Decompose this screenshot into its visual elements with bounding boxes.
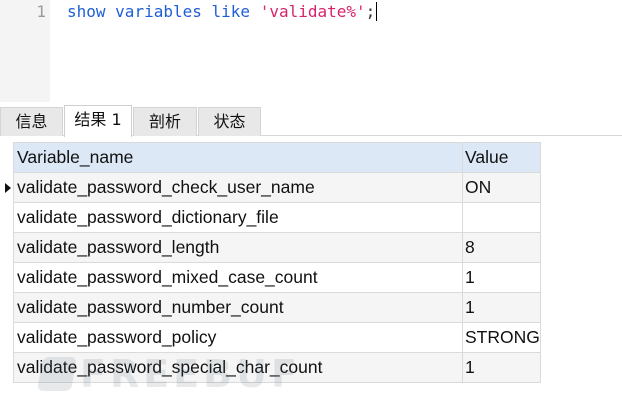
cell-value[interactable]: 1 — [462, 262, 541, 293]
cell-variable-name[interactable]: validate_password_mixed_case_count — [13, 262, 463, 293]
cell-value[interactable]: 8 — [462, 232, 541, 263]
cell-variable-name[interactable]: validate_password_number_count — [13, 292, 463, 323]
sql-keyword: like — [211, 2, 251, 21]
line-number-gutter: 1 — [0, 0, 50, 102]
table-row[interactable]: validate_password_mixed_case_count 1 — [0, 262, 541, 293]
tab-profile[interactable]: 剖析 — [133, 107, 197, 136]
tab-info[interactable]: 信息 — [0, 107, 63, 136]
result-tab-bar: 信息 结果 1 剖析 状态 — [0, 102, 622, 137]
cell-variable-name[interactable]: validate_password_length — [13, 232, 463, 263]
tab-result-1[interactable]: 结果 1 — [64, 105, 132, 137]
row-indicator-cell — [0, 172, 14, 203]
watermark-mark-icon — [37, 357, 77, 391]
cell-value[interactable]: STRONG — [462, 322, 541, 353]
table-row[interactable]: validate_password_number_count 1 — [0, 292, 541, 323]
row-indicator-cell — [0, 352, 14, 383]
column-header-value[interactable]: Value — [462, 142, 541, 173]
watermark-logo: FREEBUF — [37, 352, 301, 396]
result-grid: Variable_name Value validate_password_ch… — [0, 142, 541, 383]
tab-status[interactable]: 状态 — [198, 107, 261, 136]
text-caret — [376, 2, 378, 21]
row-indicator-cell — [0, 232, 14, 263]
cell-value[interactable]: 1 — [462, 352, 541, 383]
sql-terminator: ; — [365, 2, 376, 21]
sql-string-literal: 'validate%' — [259, 2, 366, 21]
table-row[interactable]: validate_password_policy STRONG — [0, 322, 541, 353]
watermark-text: FREEBUF — [80, 352, 301, 396]
row-indicator-cell — [0, 202, 14, 233]
current-row-arrow-icon — [5, 182, 11, 193]
sql-keyword: show — [67, 2, 106, 21]
cell-value[interactable] — [462, 202, 541, 233]
cell-value[interactable]: 1 — [462, 292, 541, 323]
cell-variable-name[interactable]: validate_password_dictionary_file — [13, 202, 463, 233]
sql-code-line[interactable]: show variables like 'validate%'; — [67, 2, 378, 22]
sql-keyword: variables — [115, 2, 202, 21]
column-header-variable-name[interactable]: Variable_name — [13, 142, 463, 173]
table-row[interactable]: validate_password_length 8 — [0, 232, 541, 263]
sql-editor[interactable]: 1 show variables like 'validate%'; — [0, 0, 622, 102]
row-indicator-cell — [0, 142, 14, 173]
table-row[interactable]: validate_password_check_user_name ON — [0, 172, 541, 203]
row-indicator-cell — [0, 262, 14, 293]
table-row[interactable]: validate_password_dictionary_file — [0, 202, 541, 233]
cell-variable-name[interactable]: validate_password_policy — [13, 322, 463, 353]
grid-header-row: Variable_name Value — [0, 142, 541, 173]
line-number: 1 — [36, 2, 46, 21]
cell-variable-name[interactable]: validate_password_check_user_name — [13, 172, 463, 203]
row-indicator-cell — [0, 292, 14, 323]
row-indicator-cell — [0, 322, 14, 353]
cell-value[interactable]: ON — [462, 172, 541, 203]
